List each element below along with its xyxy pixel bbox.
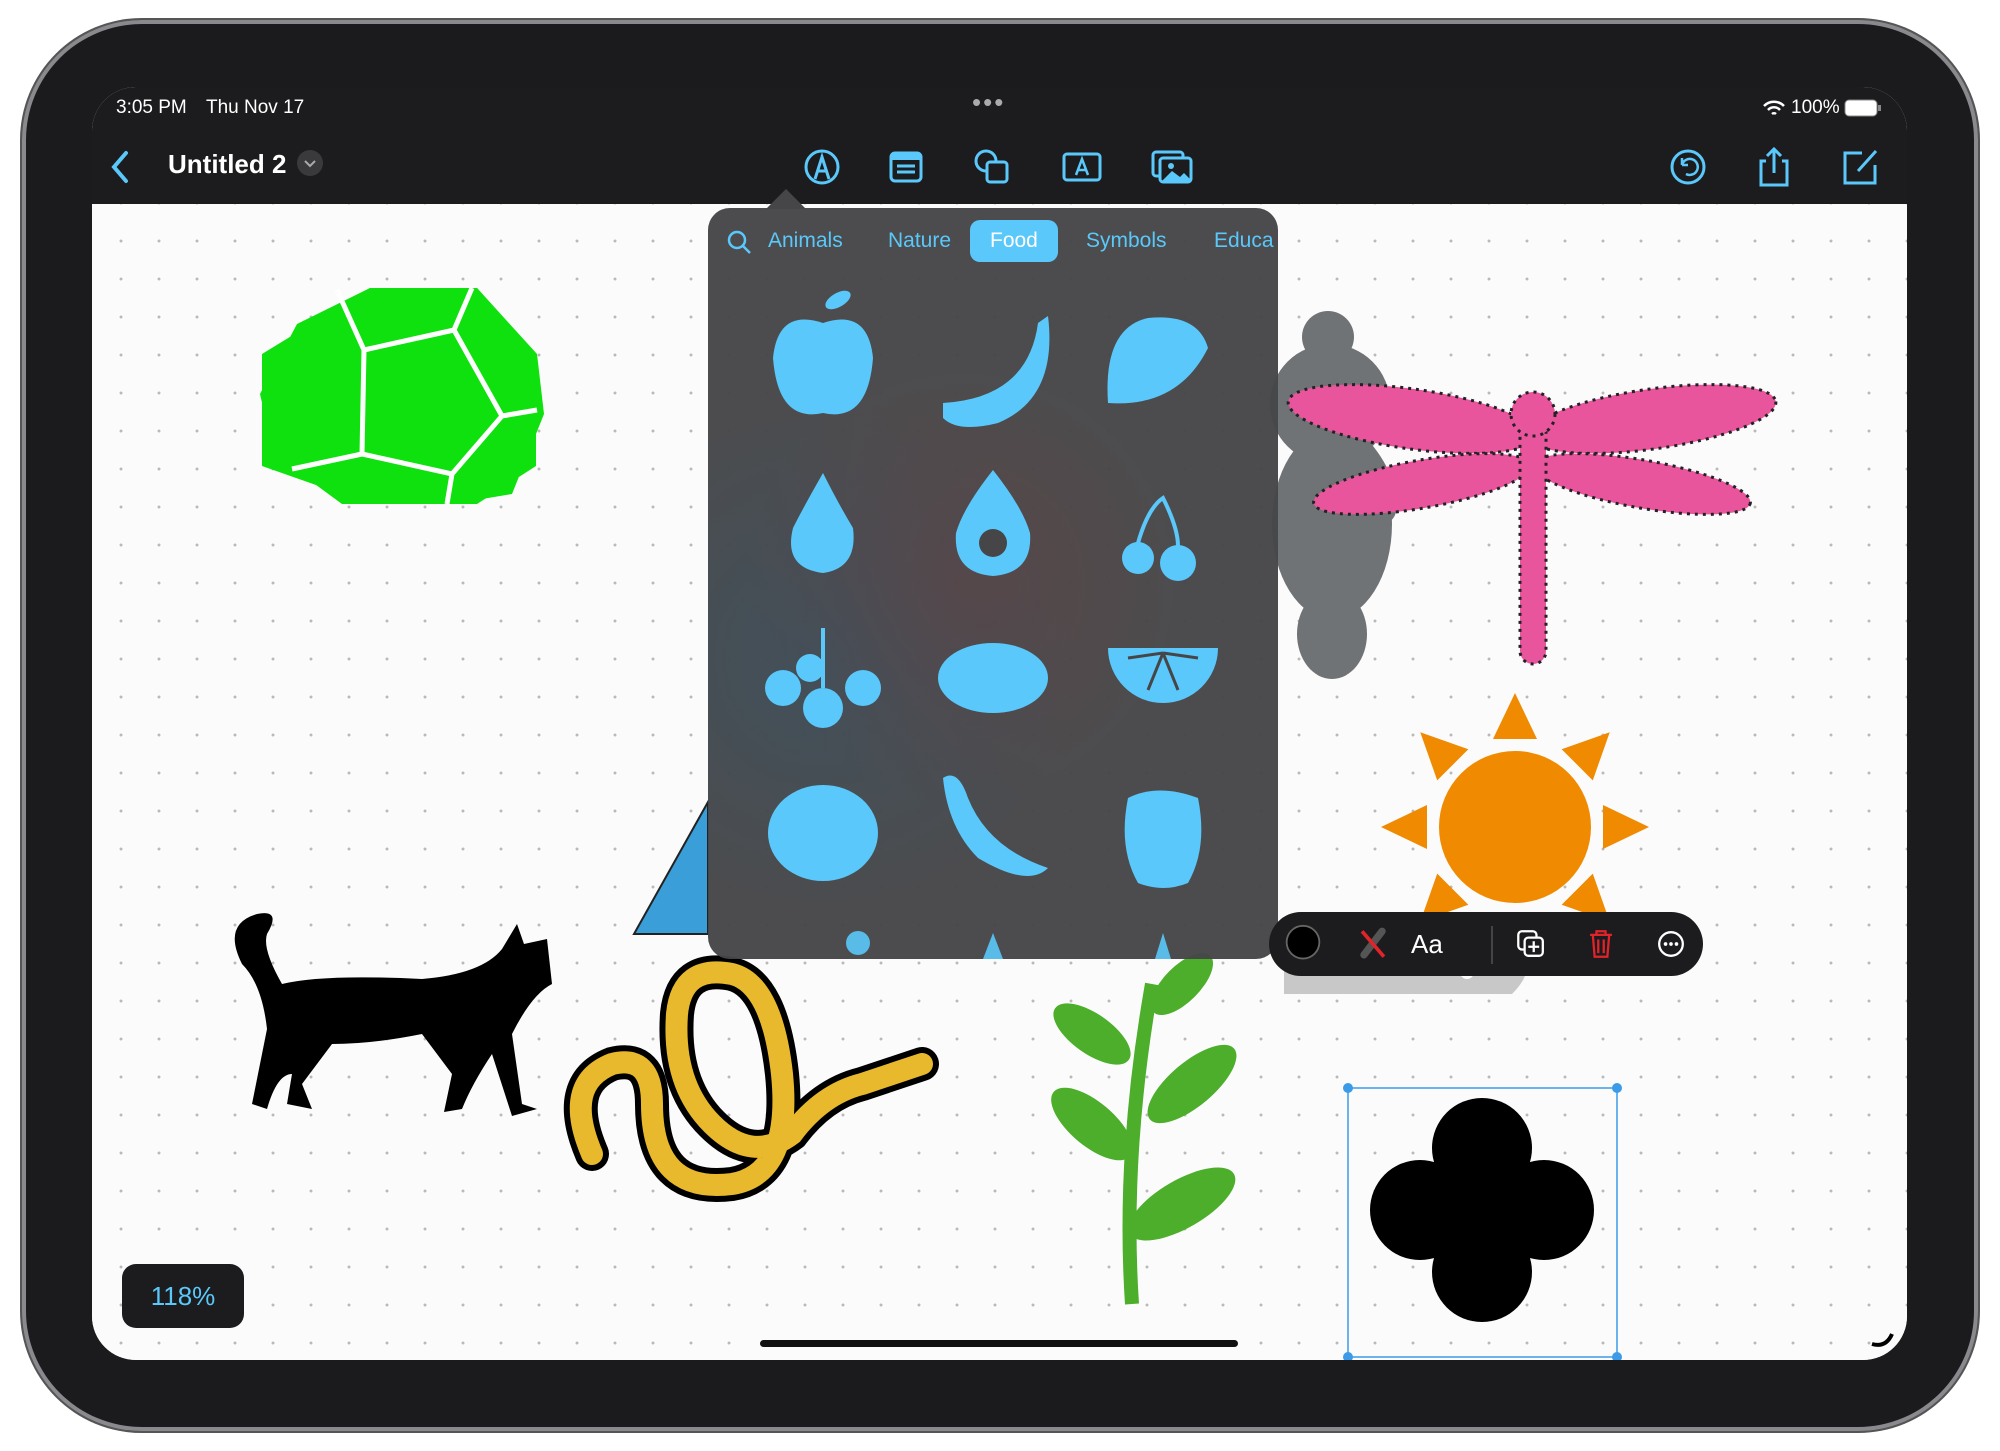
- battery-percent: 100%: [1791, 97, 1840, 118]
- status-time: 3:05 PM: [116, 97, 187, 118]
- document-title[interactable]: Untitled 2: [168, 149, 286, 180]
- plant-shape[interactable]: [1040, 943, 1249, 1305]
- food-grapes[interactable]: [765, 628, 881, 728]
- note-icon[interactable]: [884, 145, 928, 189]
- sun-ray: [1561, 732, 1610, 781]
- shape-library-popover: Animals Nature Food Symbols Educa: [708, 208, 1278, 959]
- chevron-down-icon[interactable]: [296, 149, 324, 177]
- home-indicator[interactable]: [760, 1340, 1238, 1347]
- undo-icon[interactable]: [1666, 145, 1710, 189]
- sun-ray: [1603, 805, 1649, 849]
- pen-tool-icon[interactable]: [800, 145, 844, 189]
- compose-icon[interactable]: [1838, 145, 1882, 189]
- wifi-icon: [1763, 100, 1785, 116]
- food-bell-pepper[interactable]: [1124, 790, 1202, 889]
- dodecahedron-shape[interactable]: [260, 287, 544, 505]
- selection-handle[interactable]: [1343, 1083, 1353, 1093]
- food-strawberry[interactable]: [1107, 317, 1209, 404]
- food-partial-row: [846, 931, 1171, 959]
- selection-handle[interactable]: [1343, 1352, 1353, 1360]
- resize-corner-icon: [1871, 1333, 1894, 1347]
- top-bar: 3:05 PM Thu Nov 17 ••• 100% Untitled 2: [92, 87, 1907, 204]
- trash-icon[interactable]: [1579, 924, 1623, 964]
- more-icon[interactable]: [1649, 924, 1693, 964]
- shapes-icon[interactable]: [970, 145, 1014, 189]
- context-menu: Aa: [1269, 912, 1703, 976]
- divider: [1491, 926, 1493, 964]
- food-tomato[interactable]: [768, 785, 878, 881]
- share-icon[interactable]: [1752, 145, 1796, 189]
- text-style-button[interactable]: Aa: [1411, 924, 1443, 964]
- food-avocado[interactable]: [955, 470, 1031, 576]
- sun-ray: [1493, 693, 1537, 739]
- food-pear[interactable]: [791, 473, 854, 573]
- popover-arrow: [766, 189, 806, 209]
- selection-handle[interactable]: [1612, 1083, 1622, 1093]
- back-chevron-icon[interactable]: [100, 145, 144, 189]
- fill-color-button[interactable]: [1281, 924, 1325, 964]
- battery-icon: [1844, 99, 1881, 117]
- status-date: Thu Nov 17: [206, 97, 305, 118]
- food-apple[interactable]: [773, 287, 873, 415]
- selection-handle[interactable]: [1612, 1352, 1622, 1360]
- food-citrus-slice[interactable]: [1108, 648, 1218, 703]
- sun-ray: [1381, 805, 1427, 849]
- text-box-icon[interactable]: [1060, 145, 1104, 189]
- media-icon[interactable]: [1150, 145, 1194, 189]
- snake-shape[interactable]: [563, 955, 939, 1202]
- food-lemon[interactable]: [938, 643, 1048, 713]
- sun-ray: [1420, 732, 1469, 781]
- stroke-none-button[interactable]: [1351, 924, 1395, 964]
- duplicate-icon[interactable]: [1509, 924, 1553, 964]
- food-cherries[interactable]: [1122, 495, 1196, 581]
- multitask-dots-icon[interactable]: •••: [972, 87, 1005, 118]
- food-banana[interactable]: [943, 316, 1050, 427]
- cat-silhouette-shape[interactable]: [234, 913, 552, 1116]
- zoom-level-indicator[interactable]: 118%: [122, 1264, 244, 1328]
- triangle-shape[interactable]: [632, 798, 709, 935]
- four-petal-shape-selected[interactable]: [1370, 1098, 1594, 1322]
- screen: 3:05 PM Thu Nov 17 ••• 100% Untitled 2 A…: [92, 87, 1907, 1360]
- food-chili-pepper[interactable]: [943, 775, 1048, 877]
